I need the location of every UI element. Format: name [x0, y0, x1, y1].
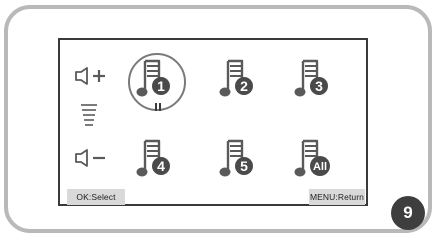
menu-return-softkey[interactable]: MENU:Return — [309, 189, 365, 205]
track-all-number: All — [313, 161, 327, 173]
track-1-number: 1 — [157, 78, 165, 94]
figure-number-badge: 9 — [391, 196, 425, 230]
track-4-number: 4 — [157, 158, 165, 174]
track-3-button[interactable]: 3 — [294, 57, 334, 101]
track-all-button[interactable]: All — [294, 137, 334, 181]
pause-icon — [154, 98, 162, 116]
track-2-number: 2 — [240, 78, 248, 94]
track-5-number: 5 — [240, 158, 248, 174]
volume-down-icon[interactable] — [74, 149, 108, 172]
track-3-number: 3 — [315, 78, 323, 94]
volume-level-icon — [80, 103, 98, 134]
volume-up-icon[interactable] — [74, 67, 108, 90]
track-5-button[interactable]: 5 — [219, 137, 259, 181]
track-4-button[interactable]: 4 — [136, 137, 176, 181]
track-1-button[interactable]: 1 — [136, 57, 176, 101]
track-2-button[interactable]: 2 — [219, 57, 259, 101]
ok-select-softkey[interactable]: OK:Select — [67, 189, 125, 205]
